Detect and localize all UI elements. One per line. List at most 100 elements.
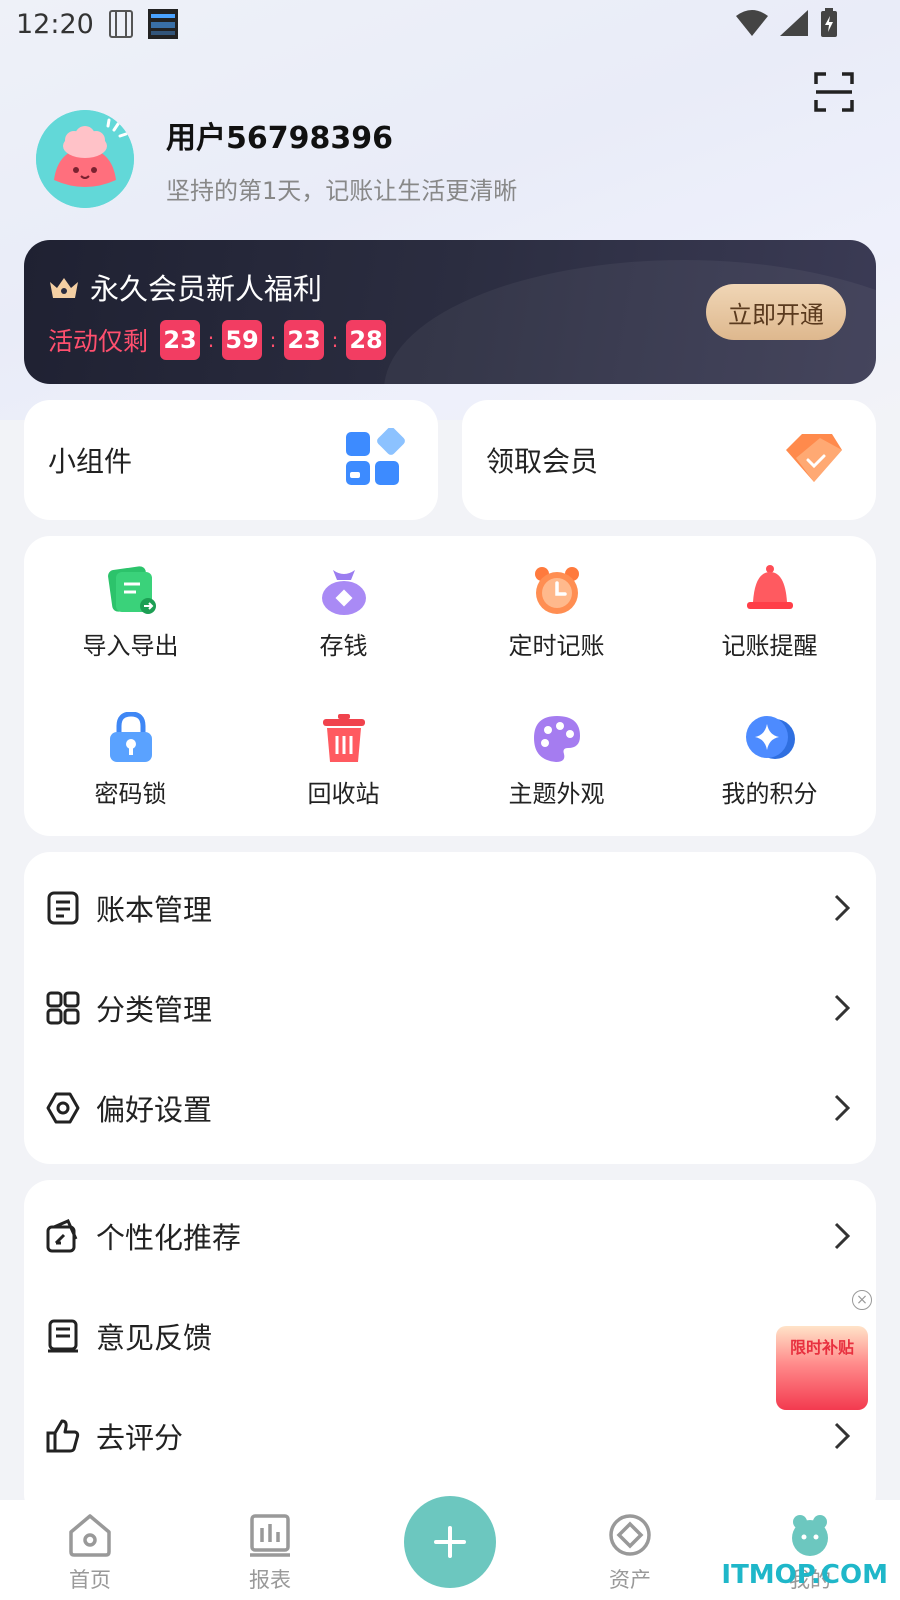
countdown-hours: 23	[160, 320, 201, 360]
profile-text: 用户56798396 坚持的第1天，记账让生活更清晰	[166, 113, 517, 206]
add-record-button[interactable]	[404, 1496, 496, 1588]
tool-label: 导入导出	[82, 632, 179, 660]
countdown-separator: :	[269, 328, 277, 352]
nav-home[interactable]: 首页	[0, 1500, 180, 1600]
tool-recycle-bin[interactable]: 回收站	[237, 712, 450, 809]
promo-close-button[interactable]: ×	[852, 1290, 872, 1310]
chevron-right-icon	[834, 994, 850, 1022]
tool-theme[interactable]: 主题外观	[450, 712, 663, 809]
username: 用户56798396	[166, 120, 393, 156]
tools-grid: 导入导出 存钱 定时记账 记账提醒 密码锁 回收站 主题外观 我的积分	[24, 536, 876, 836]
get-membership-label: 领取会员	[486, 445, 599, 478]
trash-icon	[322, 714, 365, 762]
tool-scheduled-bookkeeping[interactable]: 定时记账	[450, 564, 663, 661]
thumbs-up-icon	[46, 1419, 80, 1453]
plus-icon	[434, 1526, 466, 1558]
widget-card[interactable]: 小组件	[24, 400, 438, 520]
countdown-seconds: 23	[284, 320, 325, 360]
menu-group-other: 个性化推荐 意见反馈 去评分	[24, 1180, 876, 1520]
bell-icon	[746, 565, 793, 609]
tool-label: 主题外观	[508, 780, 605, 808]
wifi-icon	[736, 10, 768, 43]
get-membership-card[interactable]: 领取会员	[462, 400, 876, 520]
countdown-minutes: 59	[222, 320, 263, 360]
menu-item-preferences[interactable]: 偏好设置	[24, 1058, 876, 1158]
menu-label: 账本管理	[96, 893, 213, 927]
sim-card-icon	[108, 9, 134, 39]
tool-savings[interactable]: 存钱	[237, 564, 450, 661]
crown-icon	[50, 278, 78, 298]
status-bar: 12:20	[0, 0, 900, 48]
promo-label: 限时补贴	[789, 1338, 854, 1357]
vip-countdown: 活动仅剩 23 : 59 : 23 : 28	[48, 320, 387, 360]
menu-group-management: 账本管理 分类管理 偏好设置	[24, 852, 876, 1164]
lock-icon	[109, 711, 152, 762]
limited-subsidy-promo[interactable]: × 限时补贴	[776, 1290, 872, 1410]
profile-section[interactable]: 用户56798396 坚持的第1天，记账让生活更清晰	[36, 110, 517, 208]
tool-label: 记账提醒	[721, 632, 818, 660]
nav-report[interactable]: 报表	[180, 1500, 360, 1600]
menu-item-rate-app[interactable]: 去评分	[24, 1386, 876, 1486]
menu-label: 偏好设置	[96, 1093, 213, 1127]
import-export-icon	[107, 566, 156, 614]
chevron-right-icon	[834, 1422, 850, 1450]
menu-item-feedback[interactable]: 意见反馈	[24, 1286, 876, 1386]
widget-card-label: 小组件	[48, 445, 133, 478]
menu-label: 去评分	[96, 1421, 184, 1455]
countdown-separator: :	[207, 328, 215, 352]
countdown-separator: :	[331, 328, 339, 352]
feedback-icon	[48, 1319, 78, 1353]
avatar[interactable]	[36, 110, 134, 208]
countdown-label: 活动仅剩	[48, 327, 149, 356]
ledger-icon	[47, 891, 79, 925]
status-time: 12:20	[16, 8, 94, 40]
tool-reminder[interactable]: 记账提醒	[663, 564, 876, 661]
menu-item-personalized-recommendation[interactable]: 个性化推荐	[24, 1186, 876, 1286]
vip-title: 永久会员新人福利	[48, 266, 322, 308]
tool-label: 我的积分	[721, 780, 818, 808]
close-icon: ×	[856, 1292, 868, 1308]
tool-my-points[interactable]: 我的积分	[663, 712, 876, 809]
vip-title-text: 永久会员新人福利	[90, 272, 323, 306]
menu-label: 分类管理	[96, 993, 213, 1027]
chevron-right-icon	[834, 894, 850, 922]
quick-cards: 小组件 领取会员	[24, 400, 876, 520]
settings-hexagon-icon	[46, 1092, 80, 1124]
asset-icon	[609, 1514, 651, 1556]
palette-icon	[533, 716, 580, 762]
vip-banner[interactable]: 永久会员新人福利 活动仅剩 23 : 59 : 23 : 28 立即开通	[24, 240, 876, 384]
tool-label: 密码锁	[94, 780, 167, 808]
tool-label: 定时记账	[508, 632, 605, 660]
chevron-right-icon	[834, 1222, 850, 1250]
battery-icon	[820, 8, 838, 45]
tool-import-export[interactable]: 导入导出	[24, 564, 237, 661]
menu-label: 个性化推荐	[96, 1221, 242, 1255]
menu-item-ledger-management[interactable]: 账本管理	[24, 858, 876, 958]
home-icon	[69, 1514, 111, 1557]
alarm-clock-icon	[534, 567, 579, 614]
app-notification-icon	[147, 9, 178, 39]
vip-activate-button[interactable]: 立即开通	[706, 284, 846, 340]
me-icon	[792, 1515, 828, 1556]
watermark: ITMOP.COM	[721, 1560, 888, 1590]
money-bag-icon	[321, 570, 366, 615]
category-grid-icon	[46, 991, 80, 1025]
widget-icon	[346, 428, 405, 485]
menu-label: 意见反馈	[96, 1321, 213, 1355]
scan-icon	[814, 72, 854, 112]
profile-tagline: 坚持的第1天，记账让生活更清晰	[166, 176, 518, 205]
tool-label: 回收站	[307, 780, 380, 808]
signal-icon	[780, 10, 808, 43]
chevron-right-icon	[834, 1094, 850, 1122]
menu-item-category-management[interactable]: 分类管理	[24, 958, 876, 1058]
tool-label: 存钱	[319, 632, 368, 660]
diamond-icon	[786, 434, 842, 482]
nav-label: 资产	[609, 1568, 651, 1592]
points-icon	[745, 716, 795, 759]
report-icon	[250, 1514, 290, 1557]
nav-assets[interactable]: 资产	[540, 1500, 720, 1600]
countdown-centiseconds: 28	[346, 320, 387, 360]
tool-password-lock[interactable]: 密码锁	[24, 711, 237, 809]
personalize-icon	[46, 1219, 78, 1253]
scan-button[interactable]	[814, 72, 854, 112]
